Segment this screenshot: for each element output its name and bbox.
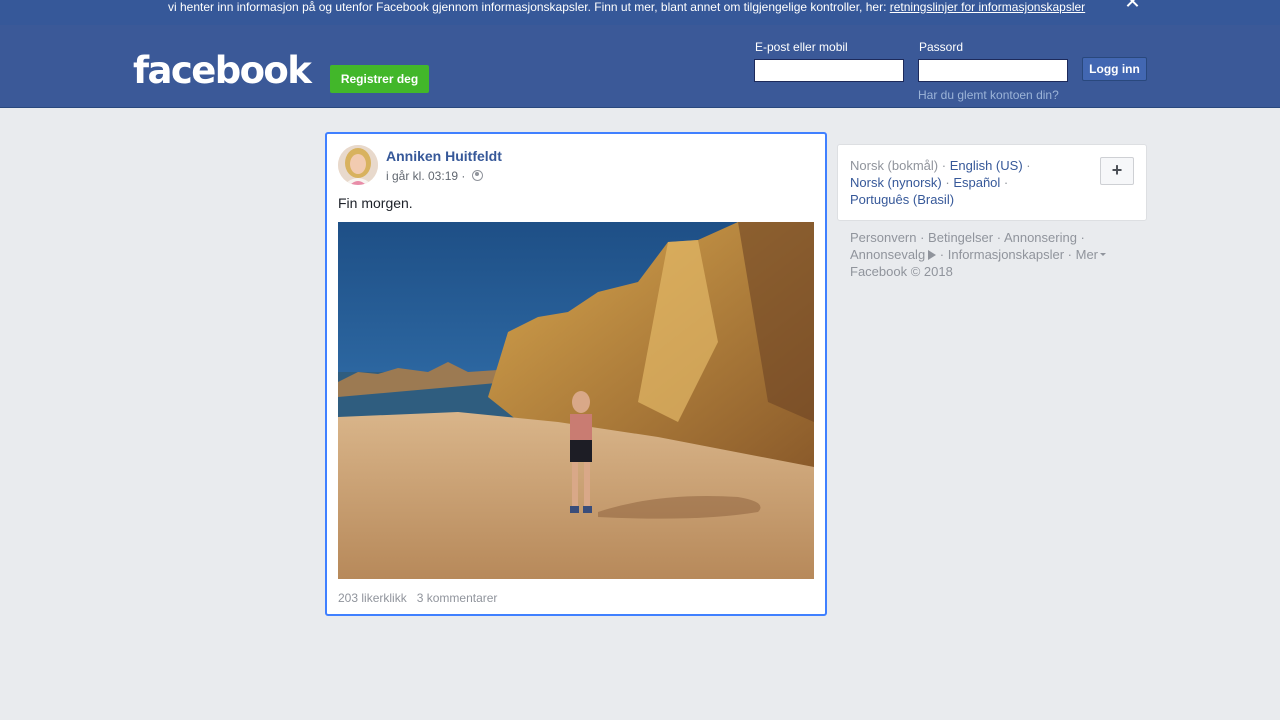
forgot-account-link[interactable]: Har du glemt kontoen din? [918,88,1059,102]
avatar[interactable] [338,145,378,185]
language-option-english-us[interactable]: English (US) [950,158,1023,173]
footer-link-annonsevalg[interactable]: Annonsevalg [850,247,925,262]
footer-link-betingelser[interactable]: Betingelser [928,230,993,245]
post-photo[interactable] [338,222,814,579]
cookie-banner-text: vi henter inn informasjon på og utenfor … [168,0,1085,14]
cookie-banner-message: vi henter inn informasjon på og utenfor … [168,0,890,14]
footer-links: Personvern · Betingelser · Annonsering ·… [850,229,1150,280]
plus-icon: + [1111,160,1123,180]
email-label: E-post eller mobil [755,40,848,54]
footer-link-informasjonskapsler[interactable]: Informasjonskapsler [948,247,1064,262]
post-meta: i går kl. 03:19 · [386,169,483,183]
password-label: Passord [919,40,964,54]
language-current: Norsk (bokmål) [850,158,939,173]
facebook-logo[interactable]: facebook [133,49,312,93]
comments-count[interactable]: 3 kommentarer [417,591,498,605]
post-timestamp[interactable]: i går kl. 03:19 · [386,169,469,183]
copyright: Facebook © 2018 [850,264,953,279]
author-name[interactable]: Anniken Huitfeldt [386,148,502,164]
footer-link-annonsering[interactable]: Annonsering [1004,230,1077,245]
footer-link-mer[interactable]: Mer [1076,247,1098,262]
globe-icon[interactable] [471,170,483,181]
header: facebook Registrer deg E-post eller mobi… [0,25,1280,108]
post-stats: 203 likerklikk 3 kommentarer [338,591,497,605]
language-option-espanol[interactable]: Español [953,175,1000,190]
post-text: Fin morgen. [338,195,413,211]
close-icon[interactable] [1124,0,1140,8]
email-field[interactable] [754,59,904,82]
login-button[interactable]: Logg inn [1082,57,1147,81]
register-button[interactable]: Registrer deg [330,65,429,93]
language-selector: Norsk (bokmål) · English (US) · Norsk (n… [837,144,1147,221]
cookie-banner: vi henter inn informasjon på og utenfor … [0,0,1280,25]
chevron-down-icon [1100,253,1107,256]
cookie-policy-link[interactable]: retningslinjer for informasjonskapsler [890,0,1085,14]
language-option-norsk-nynorsk[interactable]: Norsk (nynorsk) [850,175,942,190]
password-field[interactable] [918,59,1068,82]
likes-count[interactable]: 203 likerklikk [338,591,407,605]
adchoices-icon [928,250,937,260]
language-list: Norsk (bokmål) · English (US) · Norsk (n… [850,158,1031,207]
more-languages-button[interactable]: + [1100,157,1134,185]
post-card: Anniken Huitfeldt i går kl. 03:19 · Fin … [325,132,827,616]
language-option-portugues-brasil[interactable]: Português (Brasil) [850,192,954,207]
footer-link-personvern[interactable]: Personvern [850,230,916,245]
